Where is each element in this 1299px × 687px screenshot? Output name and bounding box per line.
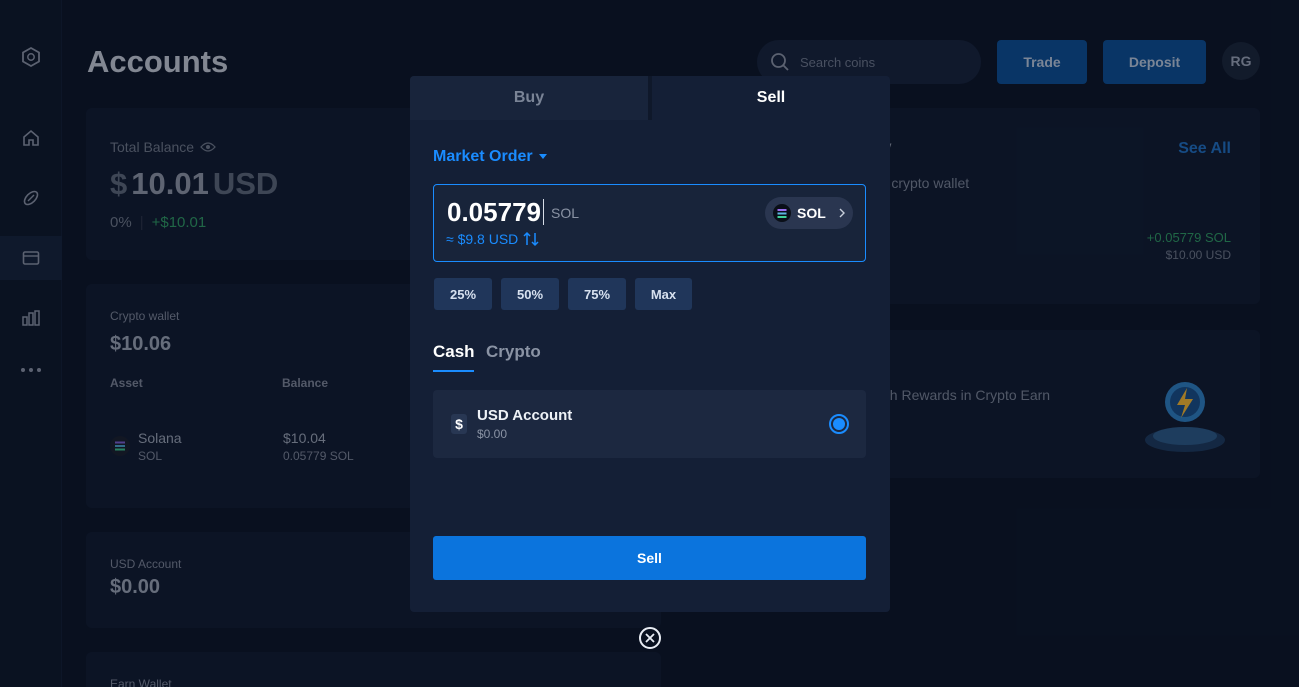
crypto-wallet-label: Crypto wallet: [110, 309, 180, 323]
solana-icon: [773, 204, 791, 222]
tab-buy[interactable]: Buy: [410, 76, 648, 120]
amount-usd-row[interactable]: ≈ $9.8 USD: [446, 231, 540, 247]
logo-icon[interactable]: [0, 35, 62, 79]
tab-crypto[interactable]: Crypto: [486, 342, 541, 362]
order-type-label: Market Order: [433, 148, 533, 165]
earn-wallet-card[interactable]: Earn Wallet: [86, 652, 661, 687]
amount-value-wrap: 0.05779: [447, 197, 544, 228]
pct-25-button[interactable]: 25%: [434, 278, 492, 310]
asset-usd: $10.04: [283, 430, 326, 446]
pct-75-button[interactable]: 75%: [568, 278, 626, 310]
chart-icon[interactable]: [0, 296, 62, 340]
balance-change-pct: 0%: [110, 214, 132, 231]
col-asset: Asset: [110, 376, 143, 390]
rocket-icon[interactable]: [0, 176, 62, 220]
divider: |: [139, 214, 144, 231]
history-usd: $10.00 USD: [1165, 248, 1231, 262]
balance-change-amount: +$10.01: [151, 214, 207, 231]
solana-icon: [110, 436, 130, 456]
active-tab-indicator: [433, 370, 474, 372]
deposit-button[interactable]: Deposit: [1103, 40, 1206, 84]
sell-button[interactable]: Sell: [433, 536, 866, 580]
asset-ticker: SOL: [138, 449, 163, 463]
total-balance-currency: USD: [212, 166, 279, 201]
amount-usd: ≈ $9.8 USD: [446, 231, 519, 247]
order-type-dropdown[interactable]: Market Order: [433, 148, 547, 166]
coin-selector[interactable]: SOL: [765, 197, 853, 229]
tab-cash[interactable]: Cash: [433, 342, 475, 362]
swap-icon[interactable]: [522, 231, 540, 247]
lightning-icon: [1135, 368, 1235, 458]
account-radio[interactable]: [829, 414, 849, 434]
usd-account-amount: $0.00: [110, 576, 161, 598]
search-input[interactable]: [800, 54, 970, 70]
history-amount: +0.05779 SOL: [1146, 230, 1231, 245]
promo-text: ash Rewards in Crypto Earn: [875, 387, 1051, 403]
amount-unit: SOL: [551, 205, 580, 221]
dollar-icon: $: [451, 414, 467, 434]
amount-value: 0.05779: [447, 197, 541, 227]
col-balance: Balance: [282, 376, 329, 390]
total-balance-label: Total Balance: [110, 139, 195, 155]
pct-max-button[interactable]: Max: [635, 278, 692, 310]
usd-account-label: USD Account: [110, 557, 182, 571]
close-modal-button[interactable]: [639, 627, 661, 649]
see-all-link[interactable]: See All: [1178, 140, 1231, 158]
account-name: USD Account: [477, 407, 573, 424]
text-caret: [542, 199, 544, 225]
crypto-wallet-amount: $10.06: [110, 333, 172, 355]
account-balance: $0.00: [477, 427, 508, 441]
pct-50-button[interactable]: 50%: [501, 278, 559, 310]
earn-wallet-label: Earn Wallet: [110, 677, 172, 687]
avatar[interactable]: RG: [1222, 42, 1260, 80]
more-icon[interactable]: [0, 348, 62, 392]
wallet-icon[interactable]: [0, 236, 62, 280]
home-icon[interactable]: [0, 116, 62, 160]
amount-input[interactable]: 0.05779 SOL ≈ $9.8 USD SOL: [433, 184, 866, 262]
usd-account-option[interactable]: $ USD Account $0.00: [433, 390, 866, 458]
trade-button[interactable]: Trade: [997, 40, 1087, 84]
chevron-right-icon: [839, 208, 845, 218]
coin-label: SOL: [797, 205, 826, 221]
trade-modal: Buy Sell Market Order 0.05779 SOL ≈ $9.8…: [410, 76, 890, 612]
total-balance-amount: 10.01: [131, 166, 209, 201]
asset-name: Solana: [138, 430, 182, 446]
search-icon: [771, 53, 789, 71]
eye-icon[interactable]: [200, 141, 216, 153]
asset-amount: 0.05779 SOL: [283, 449, 354, 463]
sidebar: [0, 0, 62, 687]
currency-symbol: $: [110, 166, 128, 201]
radio-selected-dot: [833, 418, 845, 430]
caret-down-icon: [538, 154, 547, 159]
page-title: Accounts: [87, 44, 229, 79]
tab-sell[interactable]: Sell: [652, 76, 890, 120]
close-icon: [645, 633, 655, 643]
